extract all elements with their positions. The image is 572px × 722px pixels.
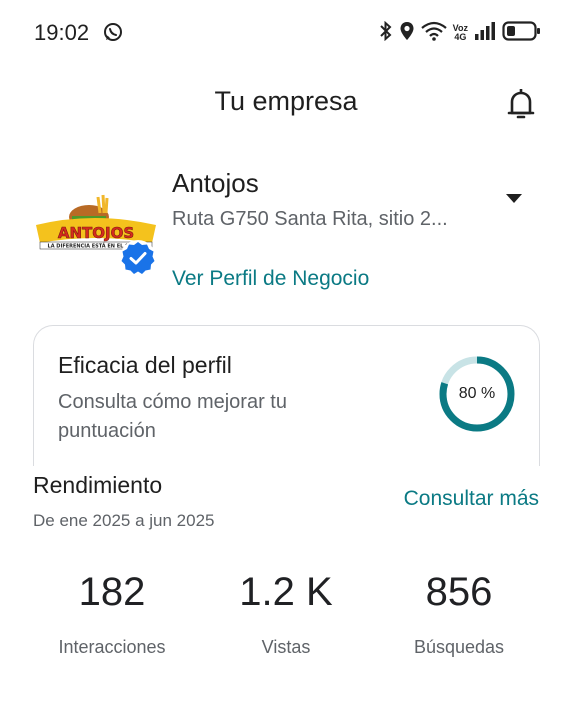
stat-value: 1.2 K	[239, 570, 333, 614]
stat-value: 182	[78, 570, 146, 614]
whatsapp-icon	[103, 22, 123, 47]
page-title: Tu empresa	[214, 86, 358, 116]
network-type-label: Voz 4G	[453, 24, 468, 42]
stat-value: 856	[425, 570, 493, 614]
stat-views[interactable]: 1.2 K Vistas	[196, 570, 376, 658]
business-switcher-dropdown-icon[interactable]	[506, 194, 522, 203]
status-icons: Voz 4G	[379, 18, 542, 48]
stat-label: Interacciones	[58, 637, 166, 657]
signal-icon	[474, 21, 496, 46]
card-subtitle: Consulta cómo mejorar tu puntuación	[58, 391, 287, 442]
network-label-bottom: 4G	[454, 32, 467, 42]
verified-badge-icon	[119, 239, 157, 282]
profile-effectiveness-card[interactable]: Eficacia del perfil Consulta cómo mejora…	[33, 325, 540, 466]
performance-date-range: De ene 2025 a jun 2025	[33, 511, 215, 530]
profile-score-label: 80 %	[458, 385, 496, 402]
stat-interactions[interactable]: 182 Interacciones	[22, 570, 202, 658]
battery-icon	[502, 20, 542, 47]
stat-label: Búsquedas	[413, 637, 505, 657]
location-icon	[399, 21, 415, 46]
stat-label: Vistas	[261, 637, 311, 657]
view-more-link[interactable]: Consultar más	[404, 487, 539, 511]
status-time: 19:02	[34, 20, 90, 45]
card-title: Eficacia del perfil	[58, 352, 232, 378]
view-business-profile-link[interactable]: Ver Perfil de Negocio	[172, 267, 369, 291]
performance-title: Rendimiento	[33, 472, 163, 498]
status-bar: 19:02 Voz 4G	[0, 0, 572, 66]
bell-icon[interactable]	[505, 86, 537, 127]
stat-searches[interactable]: 856 Búsquedas	[369, 570, 549, 658]
business-address: Ruta G750 Santa Rita, sitio 2...	[172, 208, 448, 230]
wifi-icon	[420, 21, 447, 46]
business-name: Antojos	[172, 168, 259, 198]
bluetooth-icon	[379, 20, 393, 46]
